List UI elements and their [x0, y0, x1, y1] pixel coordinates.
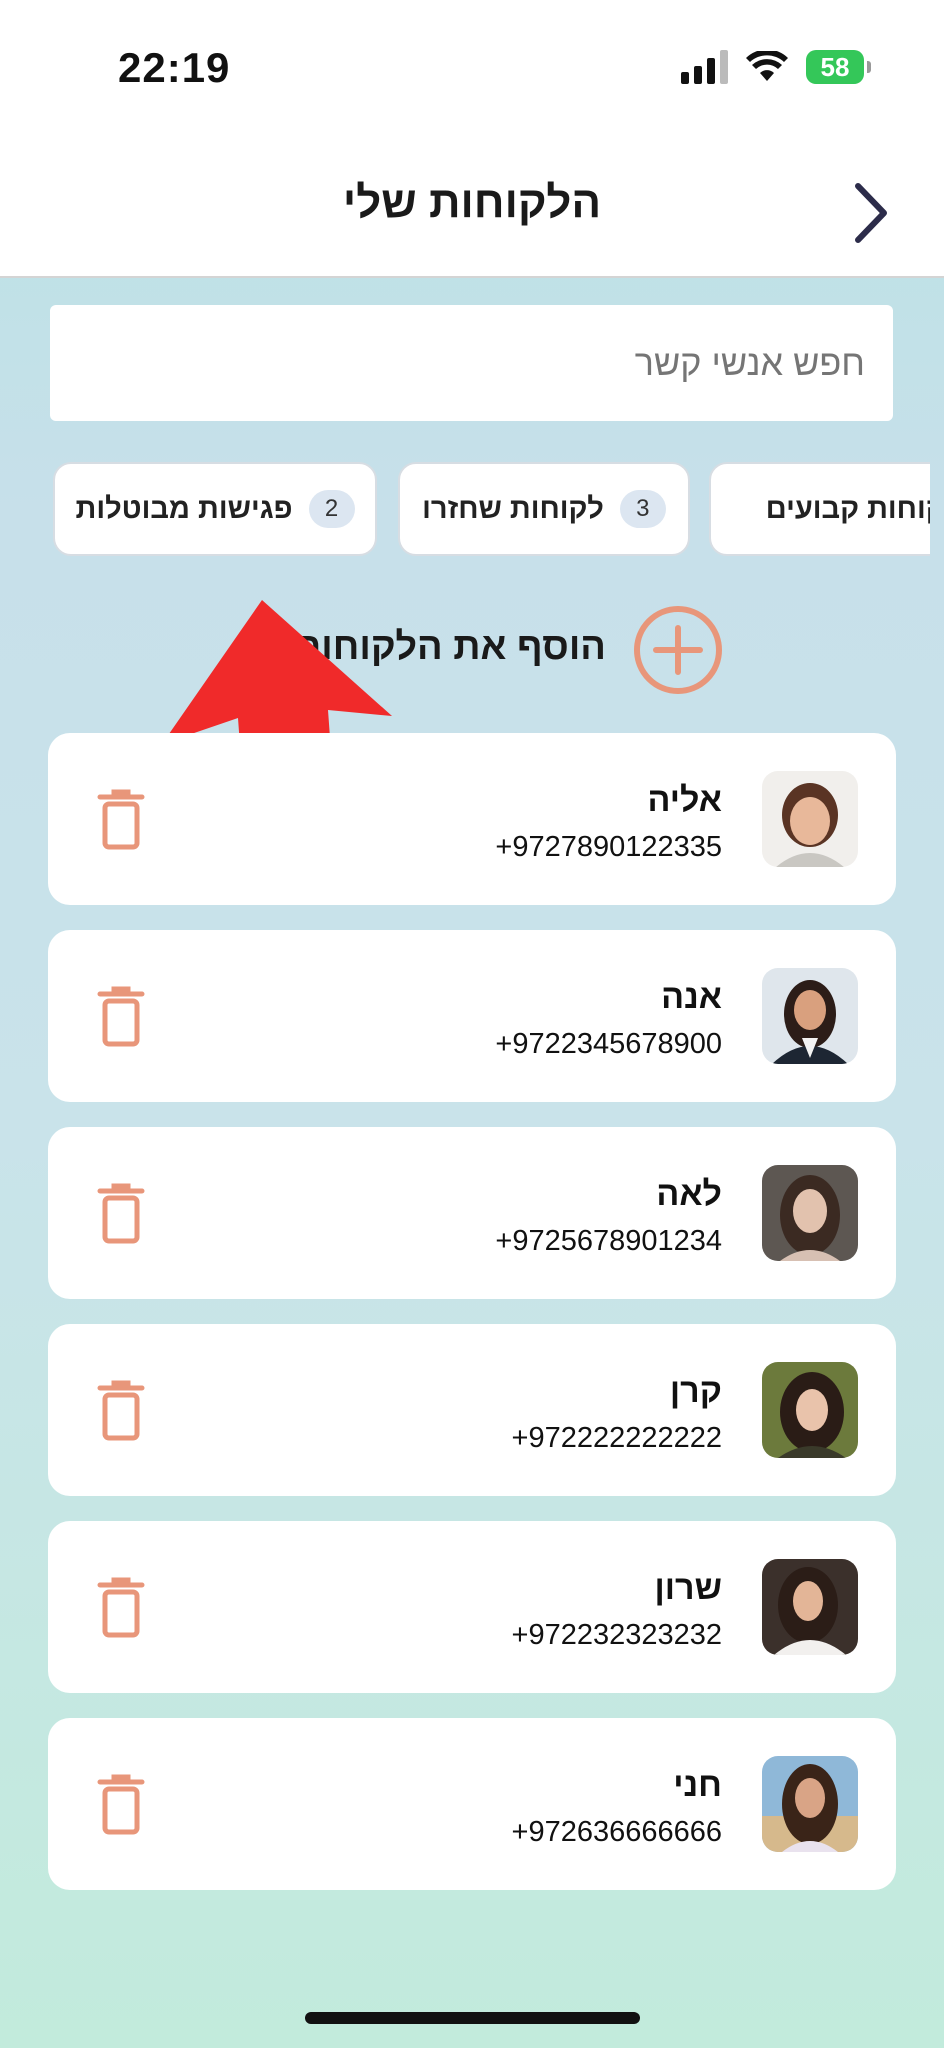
contact-card[interactable]: אליה +9727890122335	[48, 733, 896, 905]
contact-phone: +9727890122335	[495, 831, 722, 863]
trash-icon[interactable]	[96, 1183, 146, 1245]
contact-name: שרון	[654, 1569, 723, 1607]
contact-card[interactable]: קרן +972222222222	[48, 1324, 896, 1496]
contact-name: לאה	[656, 1175, 722, 1213]
chip-label: לקוחות שחזרו	[422, 492, 604, 525]
chip-count: 2	[308, 490, 355, 528]
trash-icon[interactable]	[96, 789, 146, 851]
contact-name: אליה	[647, 781, 722, 819]
chip-regular-clients[interactable]: לקוחות קבועים	[709, 462, 930, 556]
contact-name: חני	[673, 1766, 722, 1804]
avatar	[762, 1559, 858, 1655]
wifi-icon	[746, 51, 788, 81]
status-time: 22:19	[118, 44, 231, 91]
add-client-row[interactable]: הוסף את הלקוחות	[0, 600, 944, 700]
cellular-signal-icon	[681, 50, 728, 84]
trash-icon[interactable]	[96, 1577, 146, 1639]
chip-label: פגישות מבוטלות	[75, 492, 293, 525]
avatar	[762, 968, 858, 1064]
add-circle-icon[interactable]	[632, 604, 724, 696]
header: הלקוחות שלי	[0, 140, 944, 278]
avatar	[762, 1165, 858, 1261]
chip-count: 3	[619, 490, 666, 528]
status-icons: 58	[681, 50, 871, 84]
avatar	[762, 771, 858, 867]
avatar	[762, 1756, 858, 1852]
page-title: הלקוחות שלי	[342, 178, 602, 227]
home-indicator[interactable]	[305, 2012, 640, 2024]
chip-returning-clients[interactable]: 3 לקוחות שחזרו	[398, 462, 690, 556]
avatar	[762, 1362, 858, 1458]
contact-name: קרן	[669, 1372, 722, 1410]
contact-phone: +972636666666	[511, 1816, 722, 1848]
search-input[interactable]	[50, 305, 893, 421]
trash-icon[interactable]	[96, 1774, 146, 1836]
add-client-label: הוסף את הלקוחות	[294, 626, 606, 668]
chip-cancelled-meetings[interactable]: 2 פגישות מבוטלות	[53, 462, 377, 556]
contact-phone: +972232323232	[511, 1619, 722, 1651]
trash-icon[interactable]	[96, 1380, 146, 1442]
status-bar: 22:19 58	[0, 0, 944, 140]
contact-card[interactable]: שרון +972232323232	[48, 1521, 896, 1693]
battery-icon: 58	[806, 50, 871, 84]
contact-card[interactable]: לאה +9725678901234	[48, 1127, 896, 1299]
contact-card[interactable]: חני +972636666666	[48, 1718, 896, 1890]
contact-name: אנה	[661, 978, 722, 1016]
contact-card[interactable]: אנה +9722345678900	[48, 930, 896, 1102]
contact-phone: +9722345678900	[495, 1028, 722, 1060]
chevron-back-icon[interactable]	[846, 180, 896, 246]
contact-phone: +9725678901234	[495, 1225, 722, 1257]
filter-chips: 2 פגישות מבוטלות 3 לקוחות שחזרו לקוחות ק…	[0, 462, 930, 558]
trash-icon[interactable]	[96, 986, 146, 1048]
contact-phone: +972222222222	[511, 1422, 722, 1454]
chip-label: לקוחות קבועים	[765, 492, 930, 525]
